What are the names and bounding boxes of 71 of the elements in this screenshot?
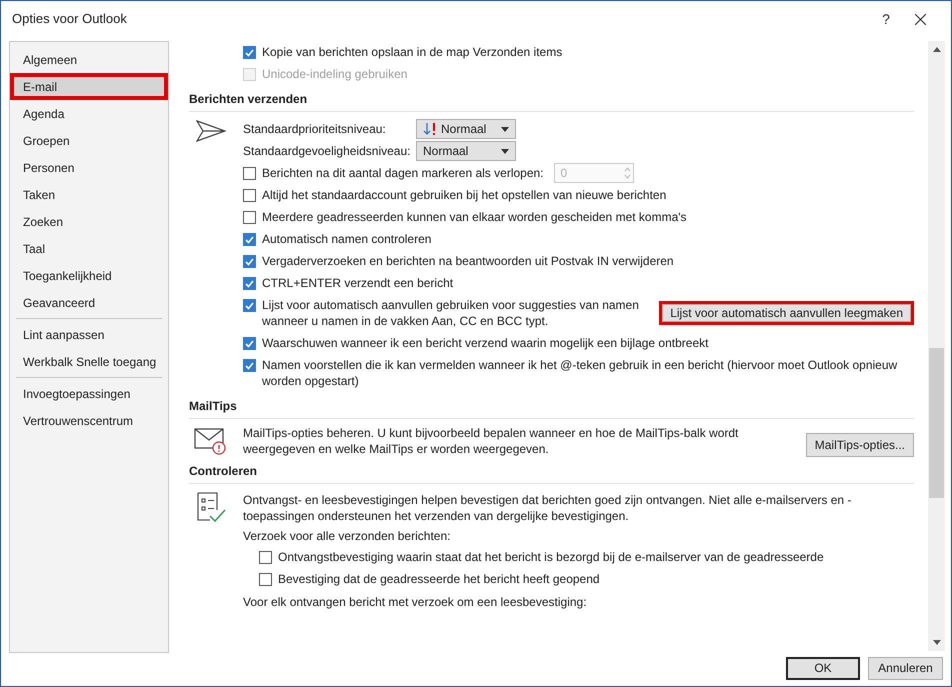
description-text: Voor elk ontvangen bericht met verzoek om een leesbevestiging:	[243, 594, 588, 610]
sidebar-item[interactable]: Werkbalk Snelle toegang	[16, 348, 162, 375]
scrollbar[interactable]	[928, 41, 945, 651]
section-heading: MailTips	[189, 399, 237, 413]
checkbox[interactable]	[243, 189, 256, 202]
checkbox-label: Meerdere geadresseerden kunnen van elkaar worden gescheiden met komma's	[262, 209, 687, 225]
dropdown-label: Standaardgevoeligheidsniveau:	[243, 143, 412, 159]
checkbox-label: CTRL+ENTER verzendt een bericht	[262, 275, 454, 291]
help-button[interactable]: ?	[871, 8, 901, 30]
description-text: MailTips-opties beheren. U kunt bijvoorbeeld bepalen wanneer en hoe de MailTips-balk wordt weergegeven en welke MailTips er worden weergegeven.	[243, 425, 740, 457]
sidebar-item[interactable]: Lint aanpassen	[16, 321, 162, 348]
checkbox[interactable]	[259, 551, 272, 564]
description-text: Verzoek voor alle verzonden berichten:	[243, 528, 452, 544]
dialog-button[interactable]: MailTips-opties...	[806, 433, 914, 457]
close-icon[interactable]	[915, 14, 926, 24]
checkbox[interactable]	[243, 46, 256, 59]
sidebar-item[interactable]: Vertrouwenscentrum	[16, 407, 162, 434]
section-heading: Controleren	[189, 464, 258, 478]
section-heading: Berichten verzenden	[189, 92, 308, 106]
checkbox-label: Unicode-indeling gebruiken	[262, 66, 408, 82]
checkbox-label: Kopie van berichten opslaan in de map Verzonden items	[262, 44, 562, 60]
checkbox[interactable]	[243, 299, 256, 312]
sidebar-item[interactable]: Geavanceerd	[10, 289, 168, 316]
sidebar-item[interactable]: E-mail	[10, 73, 168, 100]
sidebar-item[interactable]: Agenda	[10, 100, 168, 127]
number-value: 0	[560, 165, 568, 181]
sidebar-item[interactable]: Taken	[10, 181, 168, 208]
checkbox-label: Bevestiging dat de geadresseerde het bericht heeft geopend	[278, 571, 600, 587]
sidebar-item[interactable]: Toegankelijkheid	[10, 262, 168, 289]
sidebar-item[interactable]: Groepen	[10, 127, 168, 154]
checkbox[interactable]	[243, 337, 256, 350]
checkbox-label: Automatisch namen controleren	[262, 231, 432, 247]
sidebar-item[interactable]: Invoegtoepassingen	[16, 380, 162, 407]
mail-warning-icon	[194, 427, 228, 455]
dropdown-value: Normaal	[423, 143, 470, 159]
checkbox-label: Lijst voor automatisch aanvullen gebruiken voor suggesties van namen wanneer u namen in de vakken Aan, CC en BCC typt.	[262, 297, 640, 329]
dialog-button[interactable]: Annuleren	[868, 656, 943, 680]
scroll-down-icon[interactable]	[932, 640, 940, 645]
checkbox-label: Waarschuwen wanneer ik een bericht verzend waarin mogelijk een bijlage ontbreekt	[262, 335, 708, 351]
caret-icon	[501, 148, 509, 154]
spinner-arrows-icon	[624, 166, 631, 180]
checkbox[interactable]	[243, 167, 256, 180]
send-icon	[196, 120, 226, 142]
caret-icon	[501, 126, 509, 132]
checklist-icon	[196, 492, 226, 524]
dialog-button[interactable]: OK	[786, 656, 860, 680]
dropdown[interactable]: Normaal	[416, 119, 516, 139]
checkbox-label: Ontvangstbevestiging waarin staat dat het bericht is bezorgd bij de e-mailserver van de geadresseerde	[278, 549, 824, 565]
sidebar-item[interactable]: Personen	[10, 154, 168, 181]
window-title: Opties voor Outlook	[12, 10, 128, 28]
sidebar-item[interactable]: Taal	[10, 235, 168, 262]
checkbox[interactable]	[243, 211, 256, 224]
priority-icon	[423, 122, 437, 136]
scroll-up-icon[interactable]	[932, 47, 940, 52]
dialog-button[interactable]: Lijst voor automatisch aanvullen leegmaken	[659, 301, 914, 325]
checkbox[interactable]	[243, 277, 256, 290]
checkbox[interactable]	[243, 255, 256, 268]
dropdown-value: Normaal	[441, 121, 488, 137]
checkbox-label: Vergaderverzoeken en berichten na beantwoorden uit Postvak IN verwijderen	[262, 253, 674, 269]
description-text: Ontvangst- en leesbevestigingen helpen bevestigen dat berichten goed zijn ontvangen. Niet alle e-mailservers en -toepassingen ondersteunen het verzenden van dergelijke bevestigingen.	[243, 492, 852, 524]
dropdown[interactable]: Normaal	[416, 141, 516, 161]
checkbox-label: Berichten na dit aantal dagen markeren als verlopen:	[262, 165, 544, 181]
sidebar-item[interactable]: Algemeen	[10, 46, 168, 73]
checkbox[interactable]	[243, 233, 256, 246]
dropdown-label: Standaardprioriteitsniveau:	[243, 121, 387, 137]
checkbox-label: Altijd het standaardaccount gebruiken bij het opstellen van nieuwe berichten	[262, 187, 666, 203]
scroll-thumb[interactable]	[929, 348, 944, 498]
sidebar-item[interactable]: Zoeken	[10, 208, 168, 235]
checkbox-label: Namen voorstellen die ik kan vermelden wanneer ik het @-teken gebruik in een bericht (hiervoor moet Outlook opnieuw worden opgestart)	[262, 357, 898, 389]
checkbox[interactable]	[243, 359, 256, 372]
checkbox[interactable]	[259, 573, 272, 586]
